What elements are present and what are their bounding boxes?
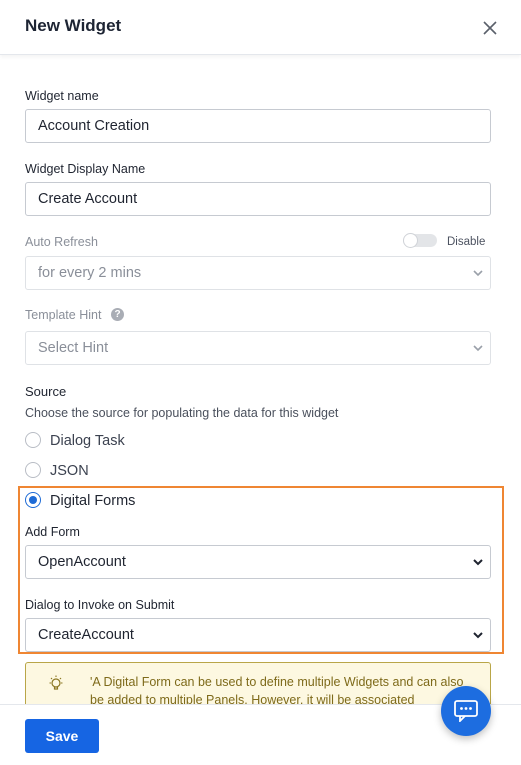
chevron-down-icon (473, 559, 483, 566)
info-banner: 'A Digital Form can be used to define mu… (25, 662, 491, 708)
auto-refresh-label: Auto Refresh (25, 235, 98, 249)
chat-button[interactable] (441, 686, 491, 736)
add-form-label: Add Form (25, 525, 80, 539)
radio-json[interactable] (25, 462, 41, 478)
dialog-submit-select[interactable]: CreateAccount (25, 618, 491, 652)
chevron-down-icon (473, 270, 483, 277)
dialog-submit-label: Dialog to Invoke on Submit (25, 598, 175, 612)
chevron-down-icon (473, 345, 483, 352)
source-label: Source (25, 384, 67, 399)
refresh-interval-select[interactable]: for every 2 mins (25, 256, 491, 290)
display-name-input[interactable]: Create Account (25, 182, 491, 216)
template-hint-select[interactable]: Select Hint (25, 331, 491, 365)
dialog-submit-value: CreateAccount (38, 627, 134, 643)
chat-icon (454, 700, 478, 722)
template-hint-label: Template Hint (25, 308, 102, 322)
radio-dialog-task[interactable] (25, 432, 41, 448)
source-description: Choose the source for populating the dat… (25, 406, 339, 420)
refresh-interval-value: for every 2 mins (38, 265, 142, 281)
help-icon[interactable]: ? (111, 308, 124, 321)
chevron-down-icon (473, 632, 483, 639)
close-icon[interactable] (481, 19, 499, 37)
info-text: 'A Digital Form can be used to define mu… (90, 675, 464, 707)
dialog-title: New Widget (25, 16, 122, 35)
auto-refresh-toggle[interactable] (403, 233, 437, 248)
radio-digital-forms-label[interactable]: Digital Forms (50, 493, 135, 509)
lightbulb-icon (49, 675, 63, 690)
widget-name-label: Widget name (25, 89, 99, 103)
toggle-knob (403, 233, 418, 248)
radio-json-label[interactable]: JSON (50, 463, 89, 479)
radio-dialog-task-label[interactable]: Dialog Task (50, 433, 125, 449)
add-form-value: OpenAccount (38, 554, 126, 570)
widget-name-input[interactable]: Account Creation (25, 109, 491, 143)
display-name-label: Widget Display Name (25, 162, 146, 176)
radio-digital-forms[interactable] (25, 492, 41, 508)
toggle-label: Disable (447, 236, 486, 248)
dialog-header: New Widget (0, 0, 521, 55)
template-hint-placeholder: Select Hint (38, 340, 109, 356)
save-button[interactable]: Save (25, 719, 99, 753)
add-form-select[interactable]: OpenAccount (25, 545, 491, 579)
